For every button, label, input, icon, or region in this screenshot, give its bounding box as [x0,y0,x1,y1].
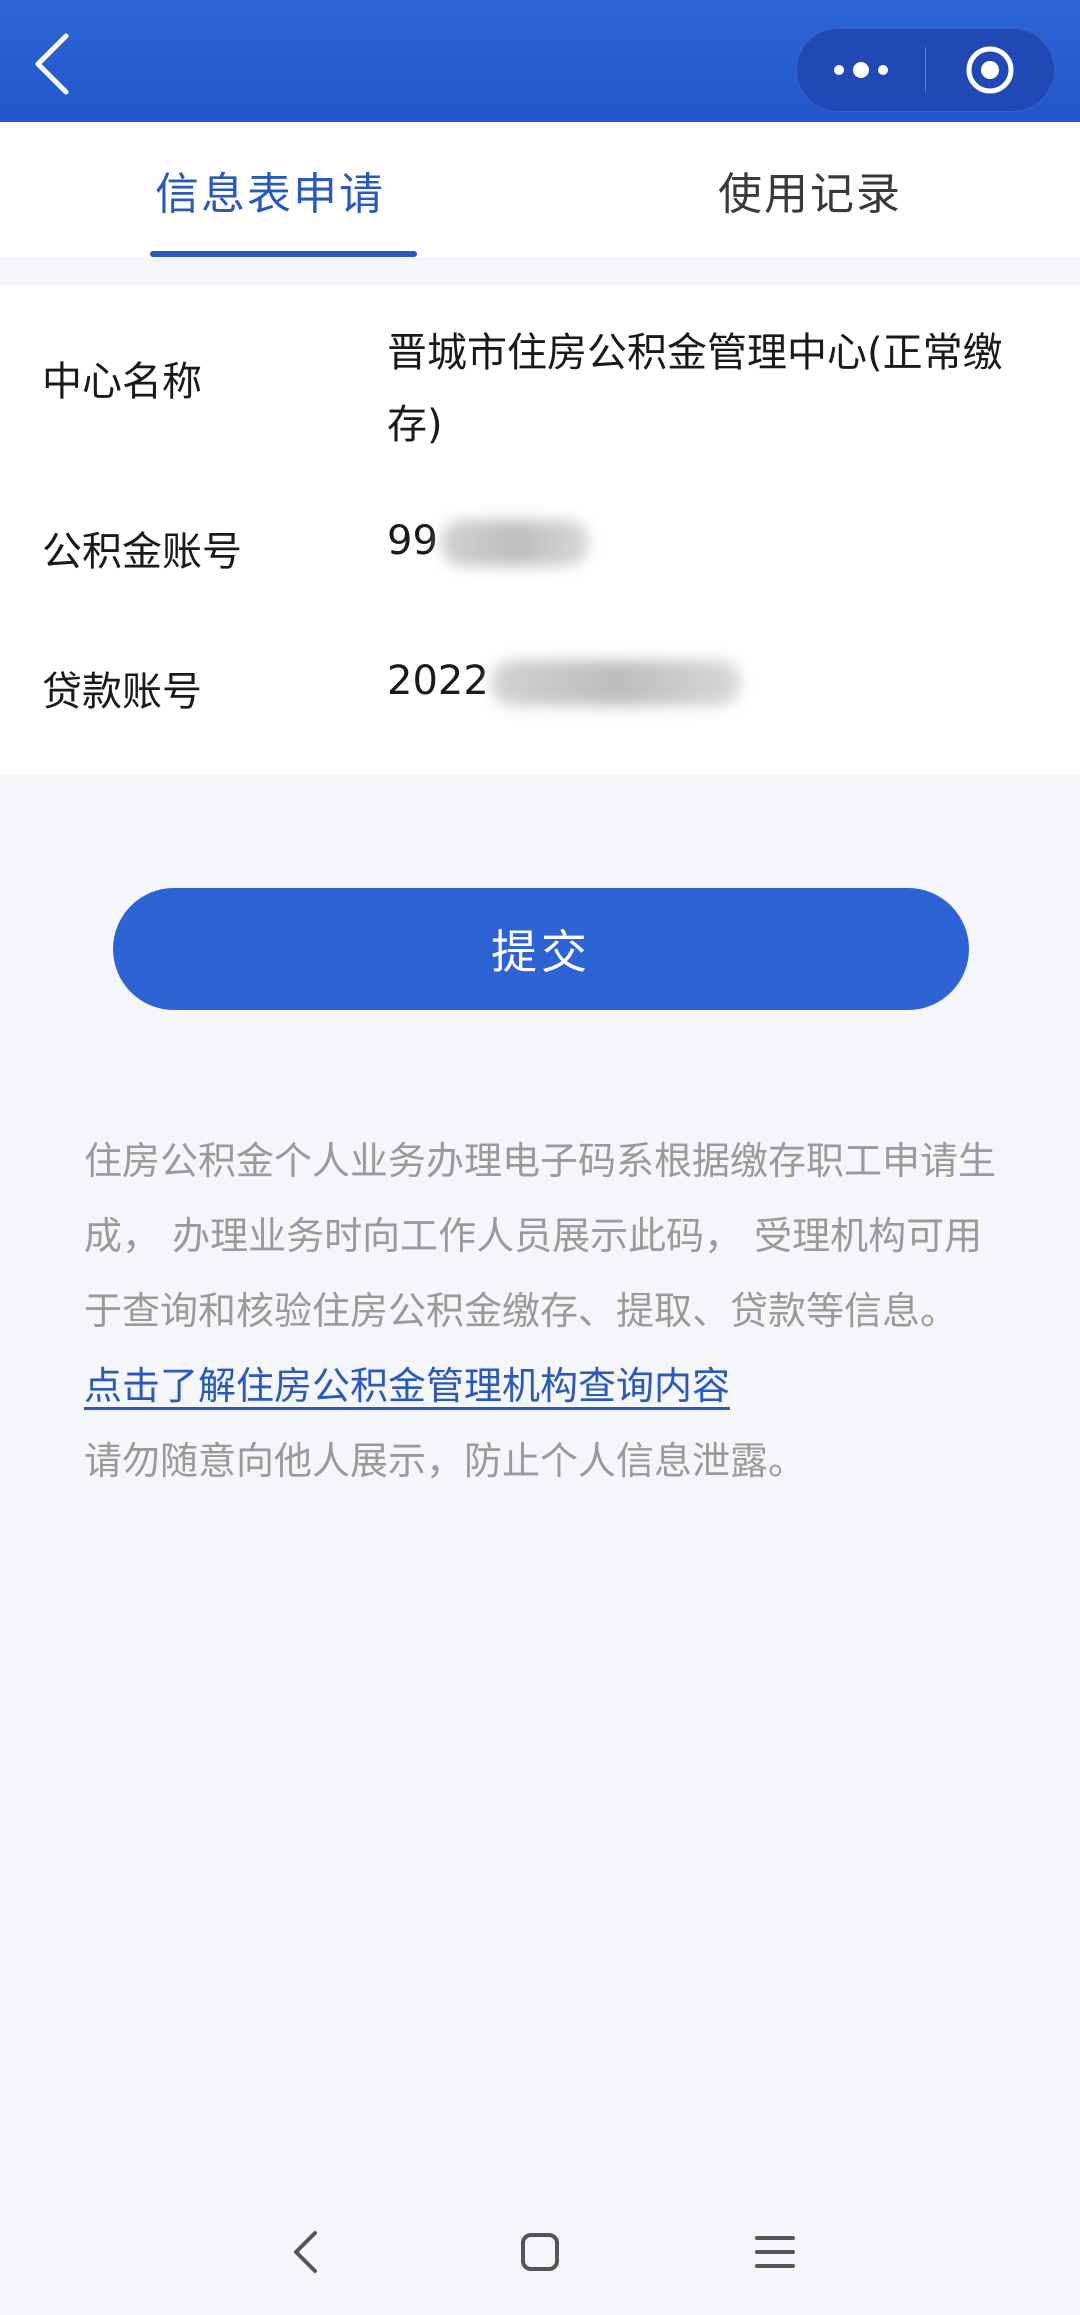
system-navigation-bar [0,2200,1080,2315]
system-home-button[interactable] [500,2220,580,2284]
tab-label: 使用记录 [718,168,902,220]
more-dots-icon [833,62,888,78]
target-circle-icon [966,46,1014,94]
close-mini-program-button[interactable] [926,29,1054,111]
active-tab-indicator [150,251,417,257]
center-name-row: 中心名称 晋城市住房公积金管理中心(正常缴存) [0,285,1080,475]
submit-button[interactable]: 提交 [113,888,969,1010]
notice-paragraph: 住房公积金个人业务办理电子码系根据缴存职工申请生成， 办理业务时向工作人员展示此… [84,1139,997,1333]
fund-account-row: 公积金账号 99 [0,475,1080,615]
loan-account-value: 2022 [387,645,1007,717]
privacy-warning: 请勿随意向他人展示，防止个人信息泄露。 [84,1439,807,1483]
tab-bar: 信息表申请 使用记录 [0,122,1080,257]
info-card: 中心名称 晋城市住房公积金管理中心(正常缴存) 公积金账号 99 贷款账号 20… [0,285,1080,775]
fund-account-label: 公积金账号 [42,529,242,575]
fund-account-prefix: 99 [387,518,438,564]
top-navigation-bar [0,0,1080,122]
tab-info-application[interactable]: 信息表申请 [0,122,540,257]
notice-text: 住房公积金个人业务办理电子码系根据缴存职工申请生成， 办理业务时向工作人员展示此… [84,1124,1004,1499]
system-home-icon [521,2233,559,2271]
fund-account-value: 99 [387,505,1007,577]
system-back-button[interactable] [265,2220,345,2284]
center-name-label: 中心名称 [42,359,202,405]
center-name-value: 晋城市住房公积金管理中心(正常缴存) [387,330,1003,448]
query-content-link[interactable]: 点击了解住房公积金管理机构查询内容 [84,1349,1004,1424]
system-menu-icon [755,2236,795,2268]
masked-digits [490,660,741,706]
loan-account-prefix: 2022 [387,658,489,704]
loan-account-label: 贷款账号 [42,669,202,715]
more-button[interactable] [797,29,925,111]
loan-account-row: 贷款账号 2022 [0,615,1080,755]
back-button[interactable] [22,28,82,100]
system-back-icon [294,2231,317,2273]
mini-program-capsule [796,28,1055,112]
masked-digits [439,520,590,566]
system-menu-button[interactable] [735,2220,815,2284]
chevron-left-icon [35,33,69,95]
tab-usage-records[interactable]: 使用记录 [540,122,1080,257]
tab-label: 信息表申请 [155,168,385,220]
